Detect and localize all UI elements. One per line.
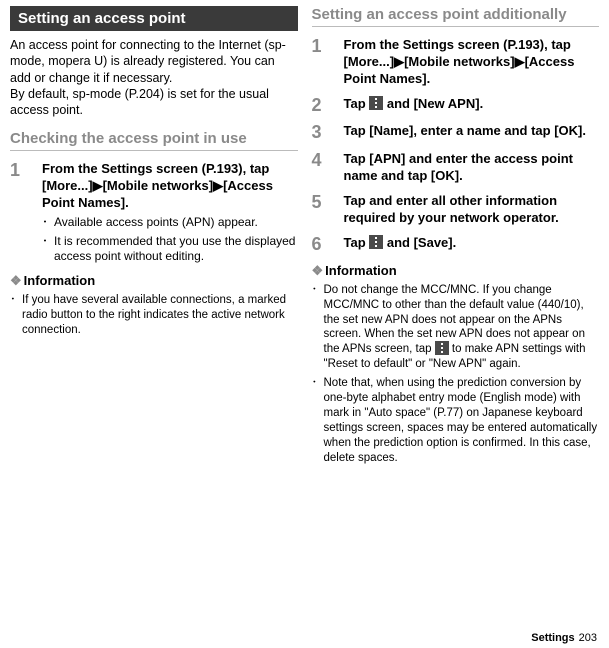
menu-icon [435, 341, 449, 355]
intro-p2: By default, sp-mode (P.204) is set for t… [10, 87, 269, 117]
intro-text: An access point for connecting to the In… [10, 37, 298, 118]
information-heading: ❖Information [10, 273, 298, 289]
arrow-icon: ▶ [93, 178, 103, 193]
diamond-icon: ❖ [312, 263, 324, 278]
step-5: 5 Tap and enter all other information re… [312, 193, 600, 227]
step-number: 1 [312, 37, 332, 88]
bullet-dot: ･ [312, 376, 318, 466]
bullet-dot: ･ [42, 234, 48, 265]
subheading-additionally: Setting an access point additionally [312, 6, 600, 27]
s2-text-a: Tap [344, 96, 370, 111]
step-3: 3 Tap [Name], enter a name and tap [OK]. [312, 123, 600, 143]
info-text-1: Do not change the MCC/MNC. If you change… [324, 283, 600, 373]
step-2: 2 Tap and [New APN]. [312, 96, 600, 116]
s6-text-b: and [Save]. [383, 235, 456, 250]
step-number: 5 [312, 193, 332, 227]
bullet-dot: ･ [10, 293, 16, 338]
step-1: 1 From the Settings screen (P.193), tap … [312, 37, 600, 88]
info-text-1: If you have several available connection… [22, 293, 298, 338]
diamond-icon: ❖ [10, 273, 22, 288]
arrow-icon: ▶ [394, 54, 404, 69]
s4-text: Tap [APN] and enter the access point nam… [344, 151, 600, 185]
page-footer: Settings 203 [531, 632, 597, 644]
step-number: 6 [312, 235, 332, 255]
arrow-icon: ▶ [213, 178, 223, 193]
step-1: 1 From the Settings screen (P.193), tap … [10, 161, 298, 264]
footer-page: 203 [579, 632, 597, 644]
s5-text: Tap and enter all other information requ… [344, 193, 600, 227]
subheading-checking: Checking the access point in use [10, 130, 298, 151]
step-number: 3 [312, 123, 332, 143]
arrow-icon: ▶ [515, 54, 525, 69]
step-number: 2 [312, 96, 332, 116]
info-text-2: Note that, when using the prediction con… [324, 376, 600, 466]
step1-bullet1: Available access points (APN) appear. [54, 215, 258, 231]
step-6: 6 Tap and [Save]. [312, 235, 600, 255]
s1-text-b: [Mobile networks] [404, 54, 515, 69]
menu-icon [369, 96, 383, 110]
step-number: 4 [312, 151, 332, 185]
step1-bullet2: It is recommended that you use the displ… [54, 234, 298, 265]
step-number: 1 [10, 161, 30, 264]
bullet-dot: ･ [42, 215, 48, 231]
section-banner: Setting an access point [10, 6, 298, 31]
s3-text: Tap [Name], enter a name and tap [OK]. [344, 123, 600, 143]
information-label: Information [24, 273, 96, 288]
information-heading: ❖Information [312, 263, 600, 279]
bullet-dot: ･ [312, 283, 318, 373]
step1-text-b: [Mobile networks] [103, 178, 214, 193]
s6-text-a: Tap [344, 235, 370, 250]
intro-p1: An access point for connecting to the In… [10, 38, 286, 85]
footer-section: Settings [531, 632, 574, 644]
s2-text-b: and [New APN]. [383, 96, 483, 111]
information-label: Information [325, 263, 397, 278]
menu-icon [369, 235, 383, 249]
step-4: 4 Tap [APN] and enter the access point n… [312, 151, 600, 185]
